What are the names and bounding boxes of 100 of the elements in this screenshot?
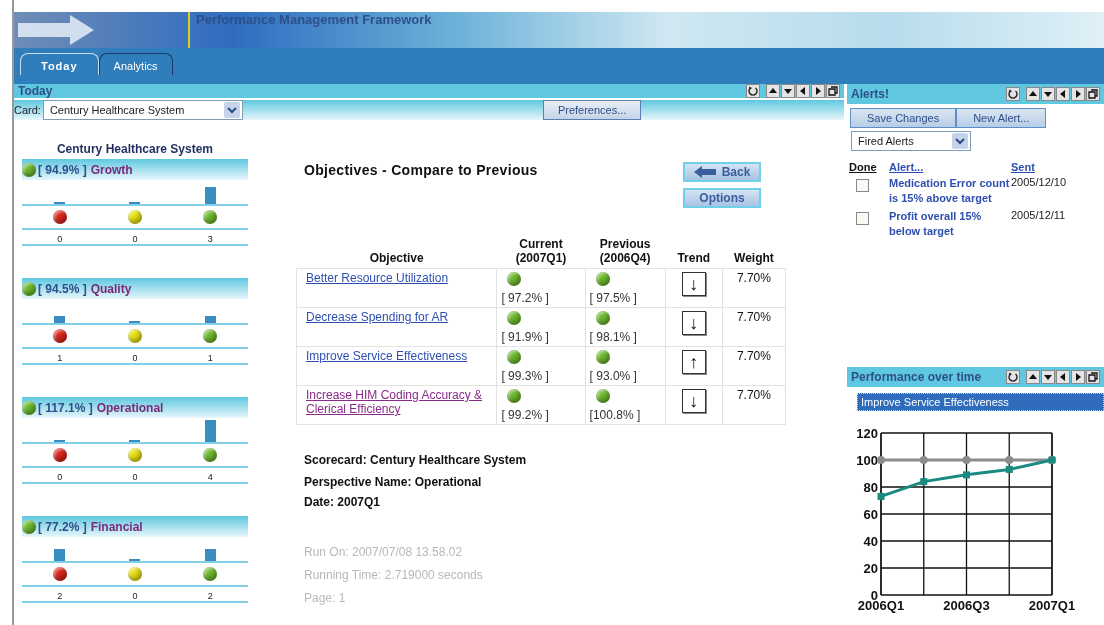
- weight-value: 7.70%: [736, 388, 771, 402]
- count-label: 1: [57, 353, 63, 363]
- y-tick-label: 40: [863, 534, 878, 549]
- perspective-score: [ 94.5% ]: [38, 281, 87, 296]
- report-title: Objectives - Compare to Previous: [304, 162, 538, 180]
- back-button[interactable]: Back: [683, 162, 761, 182]
- checkbox[interactable]: [856, 179, 869, 192]
- arrow-right-icon[interactable]: [1071, 370, 1085, 384]
- count-label: 0: [132, 353, 138, 363]
- perspective-link[interactable]: Quality: [90, 281, 132, 296]
- report-detail: Perspective Name: Operational: [304, 474, 483, 491]
- column-header-link[interactable]: Sent: [1011, 161, 1104, 173]
- restore-icon[interactable]: [826, 84, 840, 98]
- arrow-right-icon[interactable]: [811, 84, 825, 98]
- arrow-down-icon[interactable]: [781, 84, 795, 98]
- count-label: 1: [207, 353, 213, 363]
- arrow-left-icon[interactable]: [1056, 370, 1070, 384]
- point: [877, 492, 885, 500]
- weight-value: 7.70%: [736, 349, 771, 363]
- arrow-up-icon[interactable]: [1026, 370, 1040, 384]
- restore-icon[interactable]: [1086, 87, 1100, 101]
- count-label: 0: [132, 591, 138, 601]
- perspective-link[interactable]: Operational: [96, 400, 164, 415]
- perspective-link[interactable]: Financial: [90, 519, 143, 534]
- point: [919, 456, 928, 464]
- tab[interactable]: Analytics: [98, 53, 173, 75]
- column-header: Trend: [677, 251, 711, 265]
- y-tick-label: 120: [856, 426, 878, 441]
- panel-title: Alerts!: [851, 87, 889, 101]
- options-button[interactable]: Options: [683, 188, 761, 208]
- alert-link[interactable]: Profit overall 15% below target: [889, 209, 1011, 239]
- point: [1005, 465, 1013, 473]
- report-footer: Run On: 2007/07/08 13.58.02: [304, 541, 786, 564]
- back-arrow-icon: [693, 166, 716, 178]
- preferences-button[interactable]: Preferences...: [542, 100, 642, 120]
- current-score: [ 99.2% ]: [501, 408, 549, 422]
- x-tick-label: 2007Q1: [1028, 598, 1076, 613]
- count-label: 0: [132, 234, 138, 244]
- report-footer: Page: 1: [304, 587, 786, 610]
- count-bar: [54, 549, 66, 561]
- point: [920, 478, 928, 486]
- checkbox[interactable]: [856, 212, 869, 225]
- point: [963, 471, 970, 479]
- column-header-link[interactable]: Alert...: [889, 161, 1011, 173]
- arrow-down-icon[interactable]: [1041, 370, 1055, 384]
- count-label: 0: [132, 472, 138, 482]
- point: [1005, 456, 1014, 464]
- save-changes-button[interactable]: Save Changes: [850, 108, 957, 128]
- count-label: 3: [207, 234, 213, 244]
- y-tick-label: 60: [863, 507, 878, 522]
- card-select[interactable]: Century Healthcare System: [42, 100, 243, 120]
- count-bar: [204, 316, 216, 323]
- refresh-icon[interactable]: [1006, 370, 1020, 384]
- count-bar: [204, 549, 216, 561]
- alert-link[interactable]: Medication Error count is 15% above target: [889, 176, 1011, 206]
- scorecard-title: Century Healthcare System: [55, 142, 215, 156]
- report-detail: Scorecard: Century Healthcare System: [304, 452, 528, 469]
- report-detail: Date: 2007Q1: [304, 494, 382, 511]
- point: [962, 456, 971, 464]
- y-tick-label: 100: [856, 453, 878, 468]
- card-label: Card:: [14, 104, 41, 116]
- arrow-up-icon[interactable]: [1026, 87, 1040, 101]
- count-bar: [54, 316, 66, 323]
- arrow-down-icon[interactable]: [1041, 87, 1055, 101]
- y-tick-label: 80: [863, 480, 878, 495]
- alert-filter-select[interactable]: Fired Alerts: [851, 131, 971, 151]
- arrow-left-icon[interactable]: [796, 84, 810, 98]
- weight-value: 7.70%: [736, 310, 771, 324]
- arrow-up-icon[interactable]: [766, 84, 780, 98]
- perspective-score: [ 77.2% ]: [38, 519, 87, 534]
- perspective-score: [ 117.1% ]: [38, 400, 93, 415]
- count-label: 4: [207, 472, 213, 482]
- count-label: 0: [57, 472, 63, 482]
- caret-icon: [223, 102, 240, 118]
- count-label: 2: [207, 591, 213, 601]
- tab[interactable]: Today: [20, 53, 99, 75]
- refresh-icon[interactable]: [746, 84, 760, 98]
- restore-icon[interactable]: [1086, 370, 1100, 384]
- panel-title: Performance over time: [851, 370, 982, 384]
- count-bar: [204, 420, 216, 442]
- current-score: [ 99.3% ]: [501, 369, 549, 383]
- alert-date: 2005/12/10: [1011, 176, 1068, 190]
- arrow-left-icon[interactable]: [1056, 87, 1070, 101]
- count-label: 0: [57, 234, 63, 244]
- y-tick-label: 20: [863, 561, 878, 576]
- count-label: 2: [57, 591, 63, 601]
- arrow-right-icon[interactable]: [1071, 87, 1085, 101]
- current-score: [ 91.9% ]: [501, 330, 549, 344]
- x-tick-label: 2006Q3: [943, 598, 990, 613]
- column-header: Weight: [734, 251, 774, 265]
- column-header: Previous (2006Q4): [599, 237, 651, 265]
- column-header: Current (2007Q1): [515, 237, 567, 265]
- new-alert-button[interactable]: New Alert...: [956, 108, 1047, 128]
- objective-list-item[interactable]: Improve Service Effectiveness: [857, 393, 1104, 411]
- column-header: Done: [849, 161, 878, 173]
- panel-title: Today: [18, 84, 53, 98]
- previous-score: [100.8% ]: [589, 408, 641, 422]
- previous-score: [ 93.0% ]: [589, 369, 637, 383]
- refresh-icon[interactable]: [1006, 87, 1020, 101]
- perspective-link[interactable]: Growth: [90, 162, 133, 177]
